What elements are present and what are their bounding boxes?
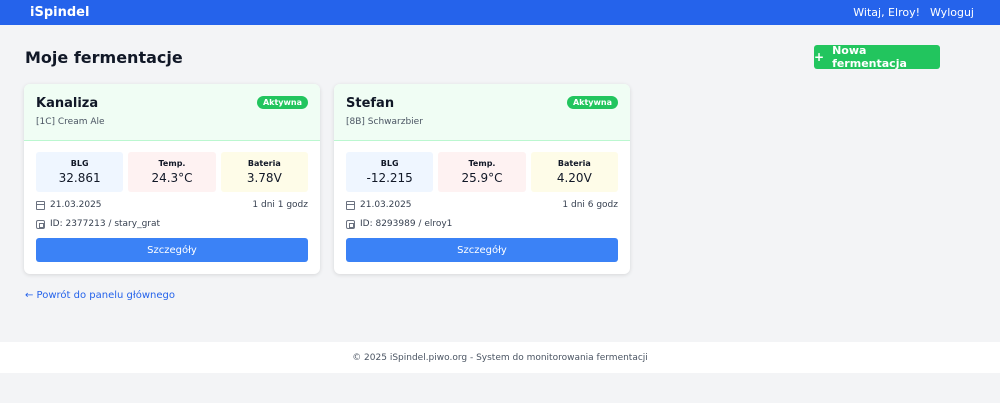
footer: © 2025 iSpindel.piwo.org - System do mon… [0, 342, 1000, 373]
battery-metric: Bateria 3.78V [220, 152, 308, 192]
battery-label: Bateria [557, 159, 591, 168]
page-header: Moje fermentacje + Nowa fermentacja [25, 44, 940, 70]
brand-logo[interactable]: iSpindel [30, 5, 89, 20]
start-date: 21.03.2025 [360, 200, 412, 210]
page-title: Moje fermentacje [25, 47, 183, 67]
date-row: 21.03.2025 1 dni 6 godz [334, 200, 630, 210]
logout-link[interactable]: Wyloguj [930, 6, 974, 19]
card-header: Kanaliza [1C] Cream Ale Aktywna [24, 84, 320, 141]
blg-value: 32.861 [58, 171, 101, 185]
start-date: 21.03.2025 [50, 200, 102, 210]
footer-text: © 2025 iSpindel.piwo.org - System do mon… [352, 352, 648, 363]
device-id: ID: 2377213 / stary_grat [50, 219, 161, 229]
beer-style: [8B] Schwarzbier [346, 117, 423, 127]
fermentation-card: Stefan [8B] Schwarzbier Aktywna BLG -12.… [334, 84, 630, 274]
temperature-value: 24.3°C [151, 171, 193, 185]
card-header: Stefan [8B] Schwarzbier Aktywna [334, 84, 630, 141]
calendar-icon [346, 200, 355, 210]
date-row: 21.03.2025 1 dni 1 godz [24, 200, 320, 210]
temperature-label: Temp. [158, 159, 186, 168]
blg-metric: BLG -12.215 [346, 152, 434, 192]
back-to-dashboard-link[interactable]: ← Powrót do panelu głównego [25, 290, 175, 301]
temperature-metric: Temp. 25.9°C [438, 152, 526, 192]
metrics-row: BLG 32.861 Temp. 24.3°C Bateria 3.78V [24, 141, 320, 192]
device-row: ID: 8293989 / elroy1 [334, 219, 630, 229]
details-button[interactable]: Szczegóły [346, 238, 618, 262]
temperature-metric: Temp. 24.3°C [128, 152, 216, 192]
blg-label: BLG [380, 159, 399, 168]
temperature-label: Temp. [468, 159, 496, 168]
user-greeting: Witaj, Elroy! [853, 6, 920, 19]
user-menu: Witaj, Elroy! Wyloguj [853, 6, 974, 19]
battery-metric: Bateria 4.20V [530, 152, 618, 192]
new-fermentation-label: Nowa fermentacja [832, 44, 907, 70]
plus-icon: + [814, 50, 825, 64]
battery-value: 4.20V [556, 171, 592, 185]
blg-value: -12.215 [366, 171, 413, 185]
fermentation-card: Kanaliza [1C] Cream Ale Aktywna BLG 32.8… [24, 84, 320, 274]
details-button[interactable]: Szczegóły [36, 238, 308, 262]
chip-icon [346, 219, 355, 229]
blg-label: BLG [70, 159, 89, 168]
metrics-row: BLG -12.215 Temp. 25.9°C Bateria 4.20V [334, 141, 630, 192]
battery-label: Bateria [247, 159, 281, 168]
calendar-icon [36, 200, 45, 210]
status-badge: Aktywna [256, 96, 308, 109]
navbar: iSpindel Witaj, Elroy! Wyloguj [0, 0, 1000, 25]
chip-icon [36, 219, 45, 229]
duration: 1 dni 6 godz [562, 200, 618, 210]
temperature-value: 25.9°C [461, 171, 503, 185]
blg-metric: BLG 32.861 [36, 152, 124, 192]
device-row: ID: 2377213 / stary_grat [24, 219, 320, 229]
status-badge: Aktywna [566, 96, 618, 109]
new-fermentation-button[interactable]: + Nowa fermentacja [814, 44, 940, 70]
device-id: ID: 8293989 / elroy1 [360, 219, 453, 229]
beer-style: [1C] Cream Ale [36, 117, 105, 127]
duration: 1 dni 1 godz [252, 200, 308, 210]
battery-value: 3.78V [246, 171, 282, 185]
